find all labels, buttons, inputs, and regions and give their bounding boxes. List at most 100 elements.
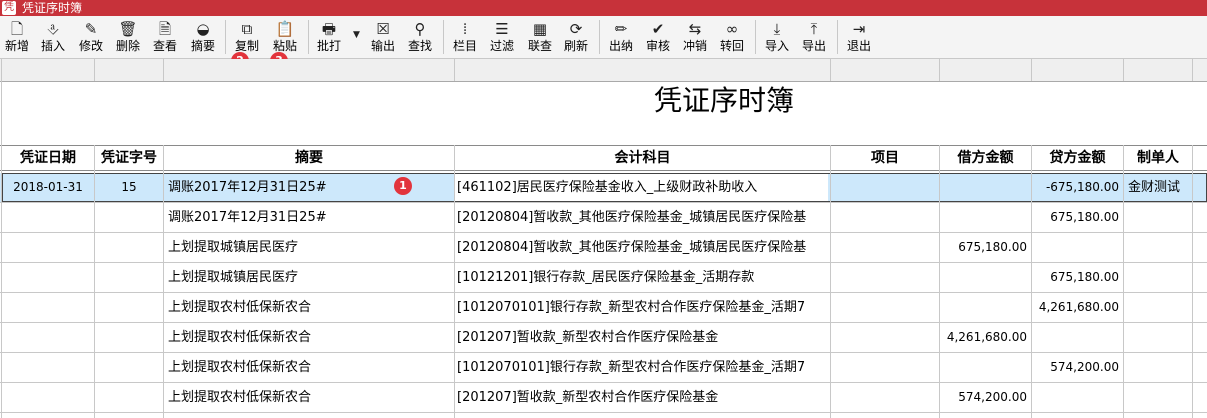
table-row[interactable]: 上划提取农村低保新农合 [201207]暂收款_新型农村合作医疗保险基金 4,261… — [0, 323, 1207, 353]
cell-voucher-no[interactable] — [95, 233, 163, 262]
cell-voucher-no[interactable] — [95, 383, 163, 412]
cell-date[interactable]: 2018-01-31 — [2, 173, 94, 202]
cell-voucher-no[interactable] — [95, 293, 163, 322]
columns-button[interactable]: ⦙ 栏目 — [452, 19, 478, 57]
cell-project[interactable] — [831, 203, 939, 232]
table-row-selected[interactable]: 2018-01-31 15 调账2017年12月31日25# [461102]居民医疗… — [0, 173, 1207, 203]
reverse-button[interactable]: ⇆ 冲销 — [682, 19, 708, 57]
linked-query-button[interactable]: ▦ 联查 — [527, 19, 553, 57]
cell-credit[interactable]: 574,200.00 — [1032, 353, 1123, 382]
cell-voucher-no[interactable] — [95, 263, 163, 292]
col-header-summary[interactable]: 摘要 — [164, 146, 454, 170]
col-header-credit[interactable]: 贷方金额 — [1032, 146, 1123, 170]
table-row[interactable]: 上划提取农村低保新农合 [201207]暂收款_新型农村合作医疗保险基金 574,2… — [0, 383, 1207, 413]
find-button[interactable]: ⚲ 查找 — [407, 19, 433, 57]
cell-maker[interactable] — [1124, 353, 1192, 382]
cell-maker[interactable] — [1124, 263, 1192, 292]
cell-date[interactable] — [2, 293, 94, 322]
cell-voucher-no[interactable]: 15 — [95, 173, 163, 202]
cell-summary[interactable]: 上划提取农村低保新农合 — [164, 353, 454, 382]
cell-maker[interactable] — [1124, 293, 1192, 322]
print-dropdown-icon[interactable]: ▼ — [353, 30, 360, 40]
cell-voucher-no[interactable] — [95, 323, 163, 352]
cell-debit[interactable] — [940, 263, 1031, 292]
cell-date[interactable] — [2, 233, 94, 262]
cell-account[interactable]: [201207]暂收款_新型农村合作医疗保险基金 — [455, 323, 828, 352]
cell-credit[interactable] — [1032, 233, 1123, 262]
insert-button[interactable]: ⎀ 插入 — [40, 19, 66, 57]
view-button[interactable]: 🗎 查看 — [152, 19, 178, 57]
filter-button[interactable]: ☰ 过滤 — [489, 19, 515, 57]
cell-date[interactable] — [2, 353, 94, 382]
cell-summary[interactable]: 上划提取城镇居民医疗 — [164, 263, 454, 292]
exit-button[interactable]: ⇥ 退出 — [846, 19, 872, 57]
cell-date[interactable] — [2, 323, 94, 352]
cell-summary[interactable]: 调账2017年12月31日25# — [164, 203, 454, 232]
table-row[interactable]: 调账2017年12月31日25# [20120804]暂收款_其他医疗保险基金_城… — [0, 203, 1207, 233]
cell-debit[interactable] — [940, 173, 1031, 202]
cell-credit[interactable]: 4,261,680.00 — [1032, 293, 1123, 322]
cell-account[interactable]: [10121201]银行存款_居民医疗保险基金_活期存款 — [455, 263, 828, 292]
batch-print-button[interactable]: 🖶 批打 — [316, 19, 342, 57]
new-button[interactable]: 🗋 新增 — [4, 19, 30, 57]
col-header-maker[interactable]: 制单人 — [1124, 146, 1192, 170]
cell-account[interactable]: [20120804]暂收款_其他医疗保险基金_城镇居民医疗保险基 — [455, 233, 828, 262]
transfer-back-button[interactable]: ∞ 转回 — [719, 19, 745, 57]
cell-maker[interactable] — [1124, 203, 1192, 232]
cell-project[interactable] — [831, 323, 939, 352]
cell-project[interactable] — [831, 263, 939, 292]
refresh-button[interactable]: ⟳ 刷新 — [563, 19, 589, 57]
cell-debit[interactable] — [940, 203, 1031, 232]
export-button[interactable]: ⤒ 导出 — [801, 19, 827, 57]
table-row[interactable]: 上划提取城镇居民医疗 [10121201]银行存款_居民医疗保险基金_活期存款 67… — [0, 263, 1207, 293]
cell-credit[interactable]: 675,180.00 — [1032, 263, 1123, 292]
cell-debit[interactable]: 4,261,680.00 — [940, 323, 1031, 352]
cell-project[interactable] — [831, 383, 939, 412]
cell-credit[interactable]: 675,180.00 — [1032, 203, 1123, 232]
cell-maker[interactable] — [1124, 323, 1192, 352]
cell-maker[interactable] — [1124, 233, 1192, 262]
cell-account[interactable]: [1012070101]银行存款_新型农村合作医疗保险基金_活期7 — [455, 293, 828, 322]
cell-voucher-no[interactable] — [95, 353, 163, 382]
output-button[interactable]: ☒ 输出 — [370, 19, 396, 57]
cell-summary[interactable]: 上划提取农村低保新农合 — [164, 383, 454, 412]
cell-account[interactable]: [20120804]暂收款_其他医疗保险基金_城镇居民医疗保险基 — [455, 203, 828, 232]
audit-button[interactable]: ✔ 审核 — [645, 19, 671, 57]
cell-credit[interactable] — [1032, 383, 1123, 412]
cell-credit[interactable]: -675,180.00 — [1032, 173, 1123, 202]
cell-debit[interactable]: 675,180.00 — [940, 233, 1031, 262]
cell-summary[interactable]: 上划提取农村低保新农合 — [164, 293, 454, 322]
cell-debit[interactable] — [940, 293, 1031, 322]
cell-date[interactable] — [2, 383, 94, 412]
import-button[interactable]: ⤓ 导入 — [764, 19, 790, 57]
cell-debit[interactable] — [940, 353, 1031, 382]
table-row[interactable]: 上划提取城镇居民医疗 [20120804]暂收款_其他医疗保险基金_城镇居民医疗保… — [0, 233, 1207, 263]
col-header-voucher-no[interactable]: 凭证字号 — [95, 146, 163, 170]
cell-summary[interactable]: 上划提取农村低保新农合 — [164, 323, 454, 352]
table-row[interactable]: 上划提取农村低保新农合 [1012070101]银行存款_新型农村合作医疗保险基金… — [0, 353, 1207, 383]
cell-summary[interactable]: 上划提取城镇居民医疗 — [164, 233, 454, 262]
cell-project[interactable] — [831, 353, 939, 382]
table-row[interactable]: 上划提取农村低保新农合 [1012070101]银行存款_新型农村合作医疗保险基金… — [0, 293, 1207, 323]
cell-maker[interactable] — [1124, 383, 1192, 412]
delete-button[interactable]: 🗑 删除 — [115, 19, 141, 57]
cell-credit[interactable] — [1032, 323, 1123, 352]
cell-date[interactable] — [2, 263, 94, 292]
cell-voucher-no[interactable] — [95, 203, 163, 232]
cell-account[interactable]: [461102]居民医疗保险基金收入_上级财政补助收入 — [455, 173, 828, 202]
cell-account[interactable]: [201207]暂收款_新型农村合作医疗保险基金 — [455, 383, 828, 412]
col-header-debit[interactable]: 借方金额 — [940, 146, 1031, 170]
cell-account[interactable]: [1012070101]银行存款_新型农村合作医疗保险基金_活期7 — [455, 353, 828, 382]
edit-button[interactable]: ✎ 修改 — [78, 19, 104, 57]
cell-project[interactable] — [831, 173, 939, 202]
col-header-account[interactable]: 会计科目 — [455, 146, 830, 170]
summary-button[interactable]: ◒ 摘要 — [190, 19, 216, 57]
cell-debit[interactable]: 574,200.00 — [940, 383, 1031, 412]
cell-project[interactable] — [831, 233, 939, 262]
cell-maker[interactable]: 金财测试 — [1124, 173, 1192, 202]
cashier-button[interactable]: ✏ 出纳 — [608, 19, 634, 57]
col-header-date[interactable]: 凭证日期 — [2, 146, 94, 170]
col-header-project[interactable]: 项目 — [831, 146, 939, 170]
cell-date[interactable] — [2, 203, 94, 232]
cell-project[interactable] — [831, 293, 939, 322]
